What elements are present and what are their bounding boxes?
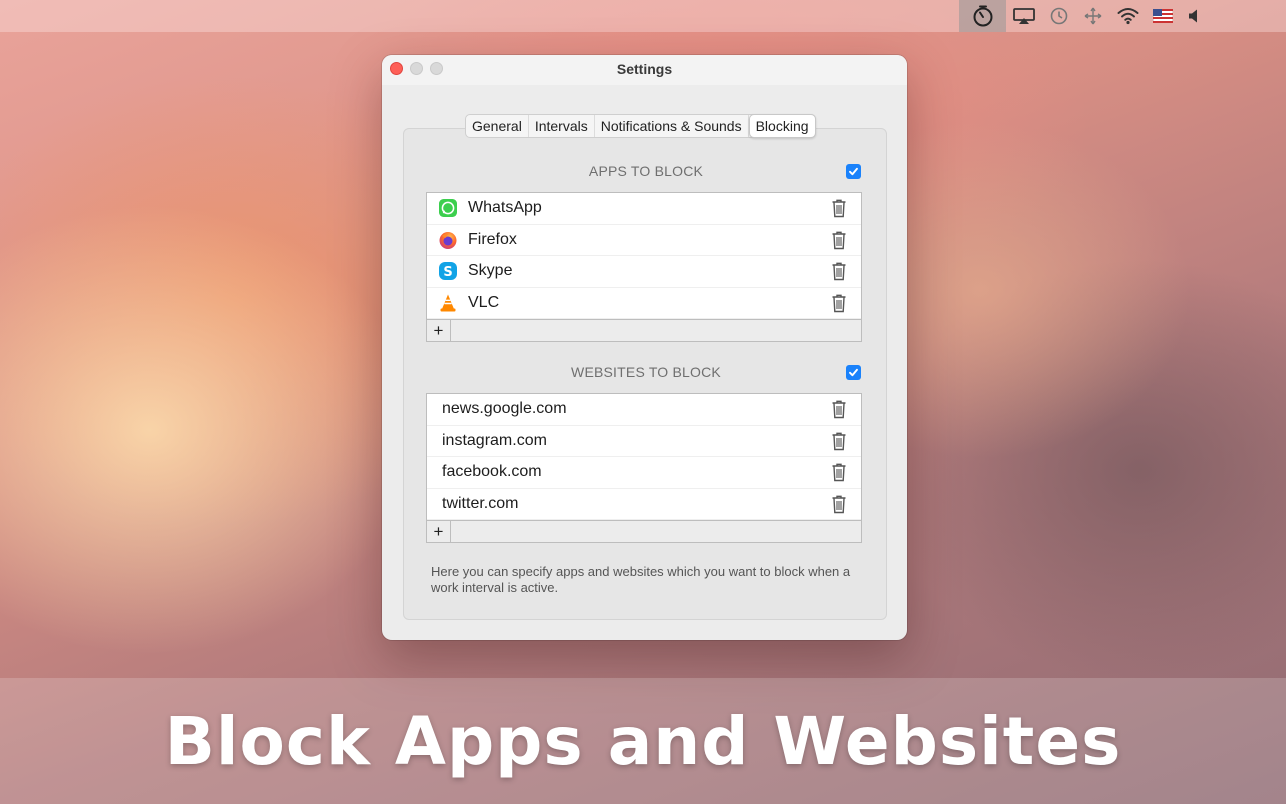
window-title: Settings: [616, 61, 673, 77]
blocking-panel: APPS TO BLOCK WhatsApp Firefox S Skype V…: [403, 128, 887, 620]
vlc-icon: [438, 293, 458, 313]
websites-to-block-heading: WEBSITES TO BLOCK: [571, 364, 721, 380]
tab-intervals[interactable]: Intervals: [529, 115, 595, 137]
menu-bar-extras: [959, 0, 1208, 32]
move-arrows-icon[interactable]: [1076, 0, 1110, 32]
add-website-button[interactable]: +: [427, 521, 451, 542]
trash-icon[interactable]: [831, 494, 847, 519]
trash-icon[interactable]: [831, 198, 847, 223]
app-name: Firefox: [468, 230, 517, 248]
tab-general[interactable]: General: [466, 115, 529, 137]
trash-icon[interactable]: [831, 462, 847, 487]
list-item[interactable]: instagram.com: [427, 426, 861, 457]
list-item[interactable]: VLC: [427, 288, 861, 319]
checkmark-icon: [849, 167, 858, 176]
checkmark-icon: [849, 368, 858, 377]
us-flag-icon[interactable]: [1146, 0, 1180, 32]
app-name: VLC: [468, 293, 500, 311]
menu-bar: [0, 0, 1286, 32]
apps-list: WhatsApp Firefox S Skype VLC +: [426, 192, 862, 342]
website-url: twitter.com: [442, 494, 519, 512]
trash-icon[interactable]: [831, 293, 847, 318]
apps-list-footer: +: [427, 319, 861, 341]
website-url: news.google.com: [442, 400, 567, 418]
websites-list-footer: +: [427, 520, 861, 542]
trash-icon[interactable]: [831, 431, 847, 456]
trash-icon[interactable]: [831, 399, 847, 424]
trash-icon[interactable]: [831, 261, 847, 286]
airplay-icon[interactable]: [1006, 0, 1042, 32]
websites-block-checkbox[interactable]: [846, 365, 861, 380]
tab-blocking[interactable]: Blocking: [748, 114, 816, 138]
apps-block-checkbox[interactable]: [846, 164, 861, 179]
trash-icon[interactable]: [831, 230, 847, 255]
websites-list: news.google.com instagram.com facebook.c…: [426, 393, 862, 543]
time-machine-icon[interactable]: [1042, 0, 1076, 32]
wifi-icon[interactable]: [1110, 0, 1146, 32]
firefox-icon: [438, 230, 458, 250]
app-name: WhatsApp: [468, 199, 542, 217]
title-bar: Settings: [382, 55, 907, 85]
caption-banner: Block Apps and Websites: [0, 678, 1286, 804]
caption-text: Block Apps and Websites: [164, 702, 1122, 780]
list-item[interactable]: WhatsApp: [427, 193, 861, 225]
list-item[interactable]: facebook.com: [427, 457, 861, 489]
volume-icon[interactable]: [1180, 0, 1208, 32]
svg-text:S: S: [443, 265, 452, 280]
website-url: facebook.com: [442, 463, 542, 481]
whatsapp-icon: [438, 198, 458, 218]
tab-bar: General Intervals Notifications & Sounds…: [465, 114, 816, 138]
settings-window: Settings General Intervals Notifications…: [382, 55, 907, 640]
add-app-button[interactable]: +: [427, 320, 451, 341]
list-item[interactable]: Firefox: [427, 225, 861, 256]
list-item[interactable]: S Skype: [427, 256, 861, 288]
tab-notifications-sounds[interactable]: Notifications & Sounds: [595, 115, 749, 137]
help-text: Here you can specify apps and websites w…: [431, 564, 851, 595]
website-url: instagram.com: [442, 431, 547, 449]
list-item[interactable]: news.google.com: [427, 394, 861, 426]
list-item[interactable]: twitter.com: [427, 489, 861, 520]
apps-to-block-heading: APPS TO BLOCK: [588, 163, 704, 179]
skype-icon: S: [438, 261, 458, 281]
timer-icon[interactable]: [959, 0, 1006, 32]
app-name: Skype: [468, 262, 513, 280]
